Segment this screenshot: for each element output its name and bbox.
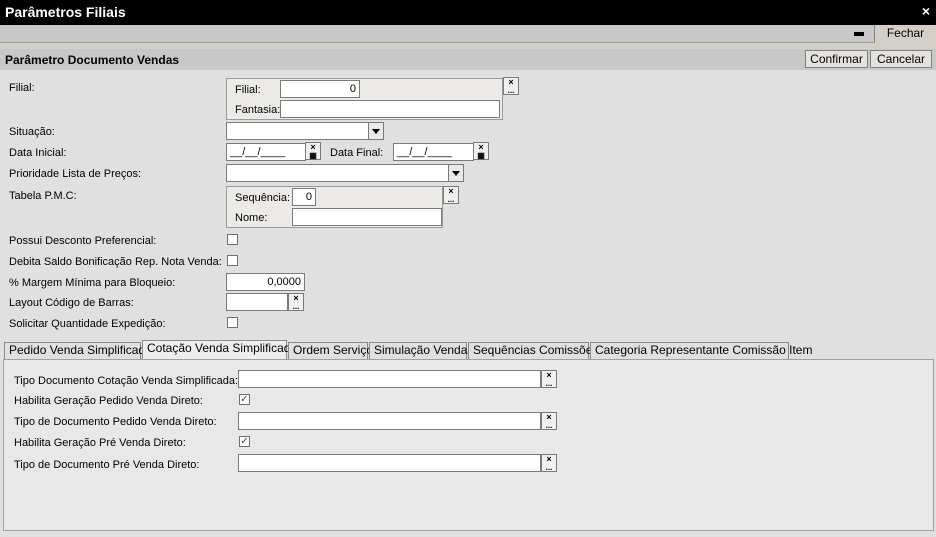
lookup-icon: ... — [545, 379, 553, 388]
lookup-icon: ... — [545, 463, 553, 472]
layout-input[interactable] — [226, 293, 288, 311]
situacao-dropdown-icon[interactable] — [368, 122, 384, 140]
tabela-pmc-group: Sequência: 0 Nome: — [226, 186, 443, 228]
confirmar-button[interactable]: Confirmar — [805, 50, 868, 68]
tipo-pedido-lookup-button[interactable]: × ... — [541, 412, 557, 430]
data-inicial-label: Data Inicial: — [9, 147, 67, 159]
filial-inner-label: Filial: — [235, 84, 261, 96]
situacao-label: Situação: — [9, 126, 55, 138]
lookup-icon: ... — [447, 195, 455, 204]
desconto-label: Possui Desconto Preferencial: — [9, 235, 157, 247]
section-header: Parâmetro Documento Vendas Confirmar Can… — [0, 49, 936, 70]
tipo-cotacao-lookup-button[interactable]: × ... — [541, 370, 557, 388]
tab-sequencias-comissoes[interactable]: Sequências Comissões — [468, 342, 598, 359]
tabela-pmc-lookup-button[interactable]: × ... — [443, 186, 459, 204]
tab-cotacao-venda-simplificada[interactable]: Cotação Venda Simplificada — [142, 340, 297, 360]
calendar-icon: ▦ — [309, 151, 317, 160]
tipo-cotacao-input[interactable] — [238, 370, 541, 388]
tipo-pre-label: Tipo de Documento Pré Venda Direto: — [14, 459, 200, 471]
lookup-icon: ... — [507, 86, 515, 95]
filial-group: Filial: 0 Fantasia: — [226, 78, 503, 120]
nome-input[interactable] — [292, 208, 442, 226]
debita-label: Debita Saldo Bonificação Rep. Nota Venda… — [9, 256, 222, 268]
habilita-pre-label: Habilita Geração Pré Venda Direto: — [14, 437, 186, 449]
tab-categoria-representante-comissao-item[interactable]: Categoria Representante Comissão Item — [590, 342, 812, 359]
data-final-calendar-button[interactable]: × ▦ — [473, 142, 489, 160]
data-inicial-calendar-button[interactable]: × ▦ — [305, 142, 321, 160]
window-title: Parâmetros Filiais — [5, 4, 126, 20]
data-final-input[interactable]: __/__/____ — [393, 143, 474, 161]
check-icon: ✓ — [240, 394, 249, 405]
sequencia-label: Sequência: — [235, 192, 291, 204]
close-icon[interactable]: × — [922, 3, 930, 19]
tipo-pedido-label: Tipo de Documento Pedido Venda Direto: — [14, 416, 217, 428]
tipo-pre-input[interactable] — [238, 454, 541, 472]
title-bar: Parâmetros Filiais × — [0, 0, 936, 25]
prioridade-dropdown-icon[interactable] — [448, 164, 464, 182]
toolbar: Fechar — [0, 25, 936, 43]
tipo-pre-lookup-button[interactable]: × ... — [541, 454, 557, 472]
fantasia-label: Fantasia: — [235, 104, 281, 116]
section-title: Parâmetro Documento Vendas — [5, 53, 180, 67]
tab-ordem-servico[interactable]: Ordem Serviço — [288, 342, 373, 359]
minimize-icon[interactable] — [854, 32, 864, 36]
layout-label: Layout Código de Barras: — [9, 297, 134, 309]
solicitar-label: Solicitar Quantidade Expedição: — [9, 318, 166, 330]
margem-label: % Margem Mínima para Bloqueio: — [9, 277, 176, 289]
tab-strip: Pedido Venda Simplificado Cotação Venda … — [0, 340, 936, 360]
situacao-select[interactable] — [226, 122, 369, 140]
fantasia-input[interactable] — [280, 100, 500, 118]
filial-lookup-button[interactable]: × ... — [503, 77, 519, 95]
sequencia-input[interactable]: 0 — [292, 188, 316, 206]
desconto-checkbox[interactable] — [227, 234, 238, 245]
filial-label: Filial: — [9, 82, 35, 94]
check-icon: ✓ — [240, 436, 249, 447]
habilita-pedido-label: Habilita Geração Pedido Venda Direto: — [14, 395, 203, 407]
lookup-icon: ... — [292, 302, 300, 311]
fechar-button[interactable]: Fechar — [874, 25, 936, 43]
data-inicial-input[interactable]: __/__/____ — [226, 143, 306, 161]
habilita-pre-checkbox[interactable]: ✓ — [239, 436, 250, 447]
lookup-icon: ... — [545, 421, 553, 430]
cancelar-button[interactable]: Cancelar — [870, 50, 932, 68]
tab-simulacao-vendas[interactable]: Simulação Vendas — [369, 342, 473, 359]
tabela-pmc-label: Tabela P.M.C: — [9, 190, 77, 202]
habilita-pedido-checkbox[interactable]: ✓ — [239, 394, 250, 405]
prioridade-select[interactable] — [226, 164, 449, 182]
filial-input[interactable]: 0 — [280, 80, 360, 98]
debita-checkbox[interactable] — [227, 255, 238, 266]
layout-lookup-button[interactable]: × ... — [288, 293, 304, 311]
tab-pedido-venda-simplificado[interactable]: Pedido Venda Simplificado — [4, 342, 152, 359]
solicitar-checkbox[interactable] — [227, 317, 238, 328]
tipo-pedido-input[interactable] — [238, 412, 541, 430]
calendar-icon: ▦ — [477, 151, 485, 160]
tipo-cotacao-label: Tipo Documento Cotação Venda Simplificad… — [14, 375, 238, 387]
nome-label: Nome: — [235, 212, 268, 224]
data-final-label: Data Final: — [330, 147, 384, 159]
prioridade-label: Prioridade Lista de Preços: — [9, 168, 142, 180]
margem-input[interactable]: 0,0000 — [226, 273, 305, 291]
